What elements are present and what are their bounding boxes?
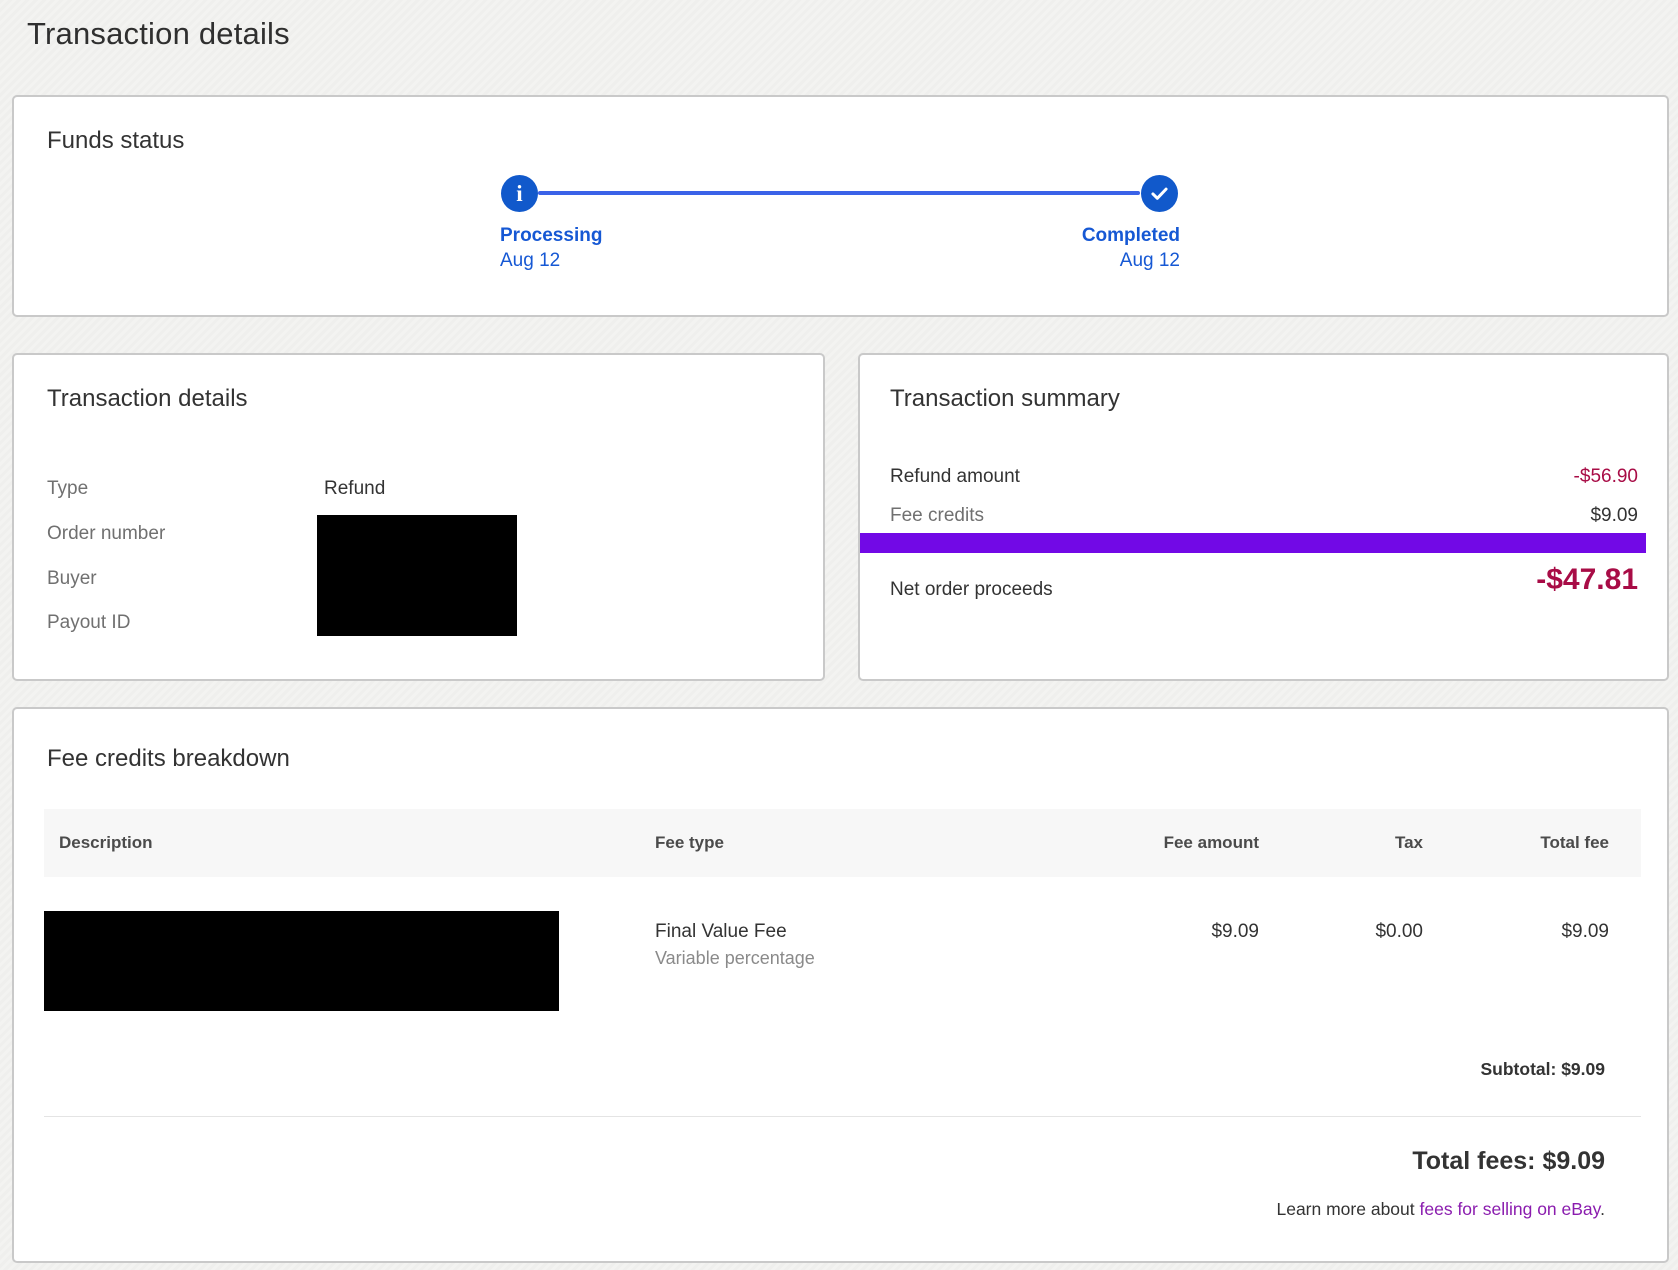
net-order-proceeds-label: Net order proceeds <box>890 579 1053 600</box>
fees-learn-more-text: Learn more about fees for selling on eBa… <box>1276 1199 1605 1220</box>
column-header-total-fee: Total fee <box>1540 833 1609 852</box>
column-header-description: Description <box>59 833 153 852</box>
net-order-proceeds-value: -$47.81 <box>1536 563 1638 596</box>
total-fees-value: $9.09 <box>1542 1147 1605 1175</box>
redacted-row-bar <box>860 533 1646 553</box>
total-fees-row: Total fees: $9.09 <box>1412 1147 1605 1176</box>
redacted-values-block <box>317 515 517 636</box>
fee-type-name: Final Value Fee <box>655 921 787 942</box>
buyer-label: Buyer <box>47 568 97 589</box>
subtotal-value: $9.09 <box>1561 1059 1605 1079</box>
payout-id-label: Payout ID <box>47 612 131 633</box>
learn-more-suffix: . <box>1600 1199 1605 1219</box>
funds-status-title: Funds status <box>47 127 185 154</box>
fee-credits-breakdown-card: Fee credits breakdown Description Fee ty… <box>12 707 1669 1263</box>
fee-credits-value: $9.09 <box>1590 505 1638 526</box>
tax-cell: $0.00 <box>1375 921 1423 942</box>
table-divider <box>44 1116 1641 1117</box>
redacted-description-block <box>44 911 559 1011</box>
column-header-tax: Tax <box>1394 833 1423 852</box>
transaction-details-card: Transaction details Type Refund Order nu… <box>12 353 825 681</box>
fee-credits-breakdown-title: Fee credits breakdown <box>47 745 290 772</box>
step-date: Aug 12 <box>1119 250 1180 271</box>
type-value: Refund <box>324 478 386 499</box>
order-number-label: Order number <box>47 523 166 544</box>
column-header-fee-type: Fee type <box>655 833 724 852</box>
learn-more-prefix: Learn more about <box>1276 1199 1420 1219</box>
fees-for-selling-link[interactable]: fees for selling on eBay <box>1420 1199 1601 1219</box>
page-title: Transaction details <box>27 16 290 51</box>
fee-amount-cell: $9.09 <box>1211 921 1259 942</box>
fee-type-cell: Final Value Fee Variable percentage <box>655 909 1089 1011</box>
check-icon <box>1141 175 1178 212</box>
subtotal-row: Subtotal: $9.09 <box>1481 1059 1606 1080</box>
total-fees-label: Total fees: <box>1412 1147 1536 1175</box>
funds-status-card: Funds status i Processing Aug 12 Complet… <box>12 95 1669 317</box>
timeline-step-processing: Processing Aug 12 <box>500 223 602 273</box>
timeline-connector-line <box>538 191 1140 195</box>
total-fee-cell: $9.09 <box>1561 921 1609 942</box>
type-label: Type <box>47 478 89 499</box>
transaction-summary-card: Transaction summary Refund amount -$56.9… <box>858 353 1669 681</box>
info-icon: i <box>501 175 538 212</box>
transaction-summary-title: Transaction summary <box>890 385 1120 412</box>
subtotal-label: Subtotal: <box>1480 1059 1557 1079</box>
step-date: Aug 12 <box>500 250 561 271</box>
step-label: Processing <box>500 225 603 246</box>
refund-amount-value: -$56.90 <box>1573 466 1638 487</box>
fee-type-subtype: Variable percentage <box>655 948 815 968</box>
fee-credits-label: Fee credits <box>890 505 984 526</box>
description-cell <box>44 909 655 1011</box>
column-header-fee-amount: Fee amount <box>1163 833 1259 852</box>
transaction-details-page: Transaction details Funds status i Proce… <box>0 0 1678 1270</box>
step-label: Completed <box>1081 225 1180 246</box>
refund-amount-label: Refund amount <box>890 466 1020 487</box>
fee-table-row: Final Value Fee Variable percentage $9.0… <box>44 909 1641 1011</box>
fee-table-header: Description Fee type Fee amount Tax Tota… <box>44 809 1641 877</box>
timeline-step-completed: Completed Aug 12 <box>1082 223 1180 273</box>
transaction-details-title: Transaction details <box>47 385 248 412</box>
